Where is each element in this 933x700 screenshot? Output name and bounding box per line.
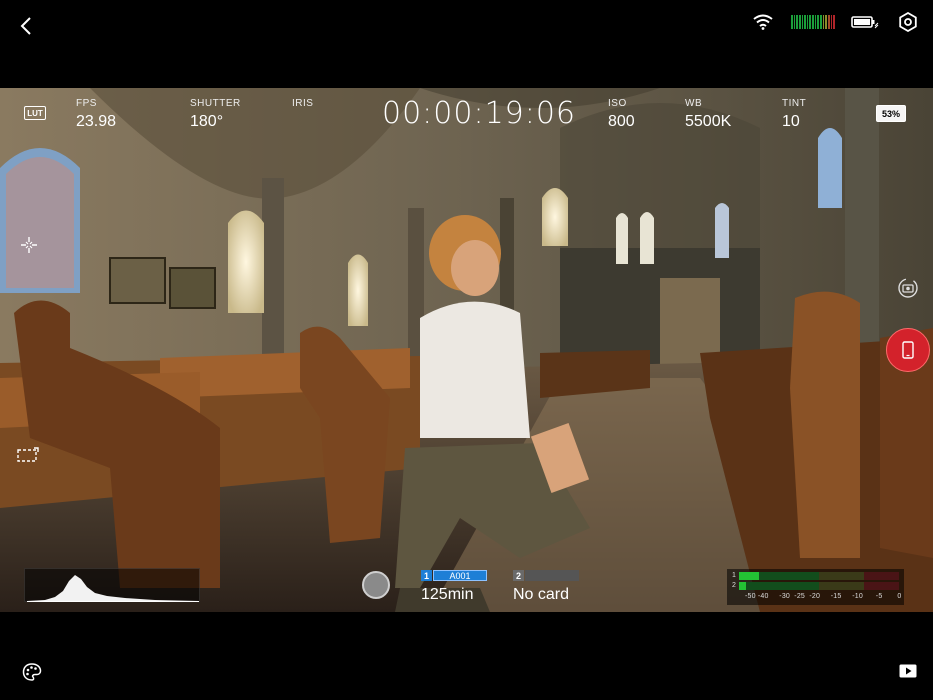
tint-value[interactable]: 10: [782, 113, 800, 131]
slot-1-number: 1: [421, 570, 432, 581]
battery-charging-icon: [851, 16, 879, 29]
settings-button[interactable]: [896, 10, 920, 34]
shutter-value[interactable]: 180°: [190, 113, 223, 131]
slot-2-number: 2: [513, 570, 524, 581]
fps-value[interactable]: 23.98: [76, 113, 116, 131]
settings-gear-icon: [899, 12, 917, 32]
phone-icon: [902, 341, 914, 359]
audio-meter-ch2: [739, 582, 899, 590]
camera-viewfinder[interactable]: [0, 88, 933, 612]
church-scene: [0, 88, 933, 612]
audio-ch2-label: 2: [732, 582, 736, 589]
camera-switch-icon: [898, 278, 918, 298]
switch-camera-button[interactable]: [896, 276, 920, 300]
focus-crosshair-icon: [21, 237, 37, 253]
audio-ch1-label: 1: [732, 572, 736, 579]
chevron-left-icon: [20, 17, 31, 35]
timecode[interactable]: 00:00:19:06: [382, 96, 576, 131]
wb-value[interactable]: 5500K: [685, 113, 731, 131]
histogram-graph: [27, 575, 199, 602]
palette-button[interactable]: [20, 660, 44, 684]
slot-1-remaining: 125min: [421, 586, 474, 603]
iso-label: ISO: [608, 98, 627, 109]
slot-1-clip-name: A001: [433, 570, 487, 581]
record-button[interactable]: [886, 328, 930, 372]
playback-button[interactable]: [896, 660, 920, 682]
power-status-button[interactable]: [850, 12, 880, 32]
wifi-button[interactable]: [751, 12, 775, 32]
histogram[interactable]: [24, 568, 200, 602]
signal-meter-icon: [791, 15, 835, 29]
tint-label: TINT: [782, 98, 807, 109]
focus-assist-button[interactable]: [18, 234, 40, 256]
bottom-bar: [0, 612, 933, 700]
iris-label[interactable]: IRIS: [292, 98, 313, 109]
audio-meters[interactable]: 1 2 -50 -40 -30 -25 -20 -15 -10 -5 0: [727, 569, 904, 605]
lut-badge[interactable]: LUT: [24, 106, 46, 120]
fps-label: FPS: [76, 98, 97, 109]
palette-icon: [22, 663, 42, 681]
back-button[interactable]: [14, 12, 38, 40]
battery-percent[interactable]: 53%: [876, 105, 906, 122]
iso-value[interactable]: 800: [608, 113, 635, 131]
frame-guide-icon: [17, 447, 39, 462]
slot-2-bar: [525, 570, 579, 581]
play-icon: [899, 664, 917, 678]
frame-guide-button[interactable]: [15, 445, 41, 465]
record-indicator[interactable]: [362, 571, 390, 599]
audio-meter-ch1: [739, 572, 899, 580]
wifi-icon: [753, 14, 773, 30]
audio-scale: -50 -40 -30 -25 -20 -15 -10 -5 0: [745, 593, 902, 600]
wb-label: WB: [685, 98, 703, 109]
slot-2-status: No card: [513, 586, 570, 603]
top-bar: [0, 0, 933, 88]
shutter-label: SHUTTER: [190, 98, 241, 109]
